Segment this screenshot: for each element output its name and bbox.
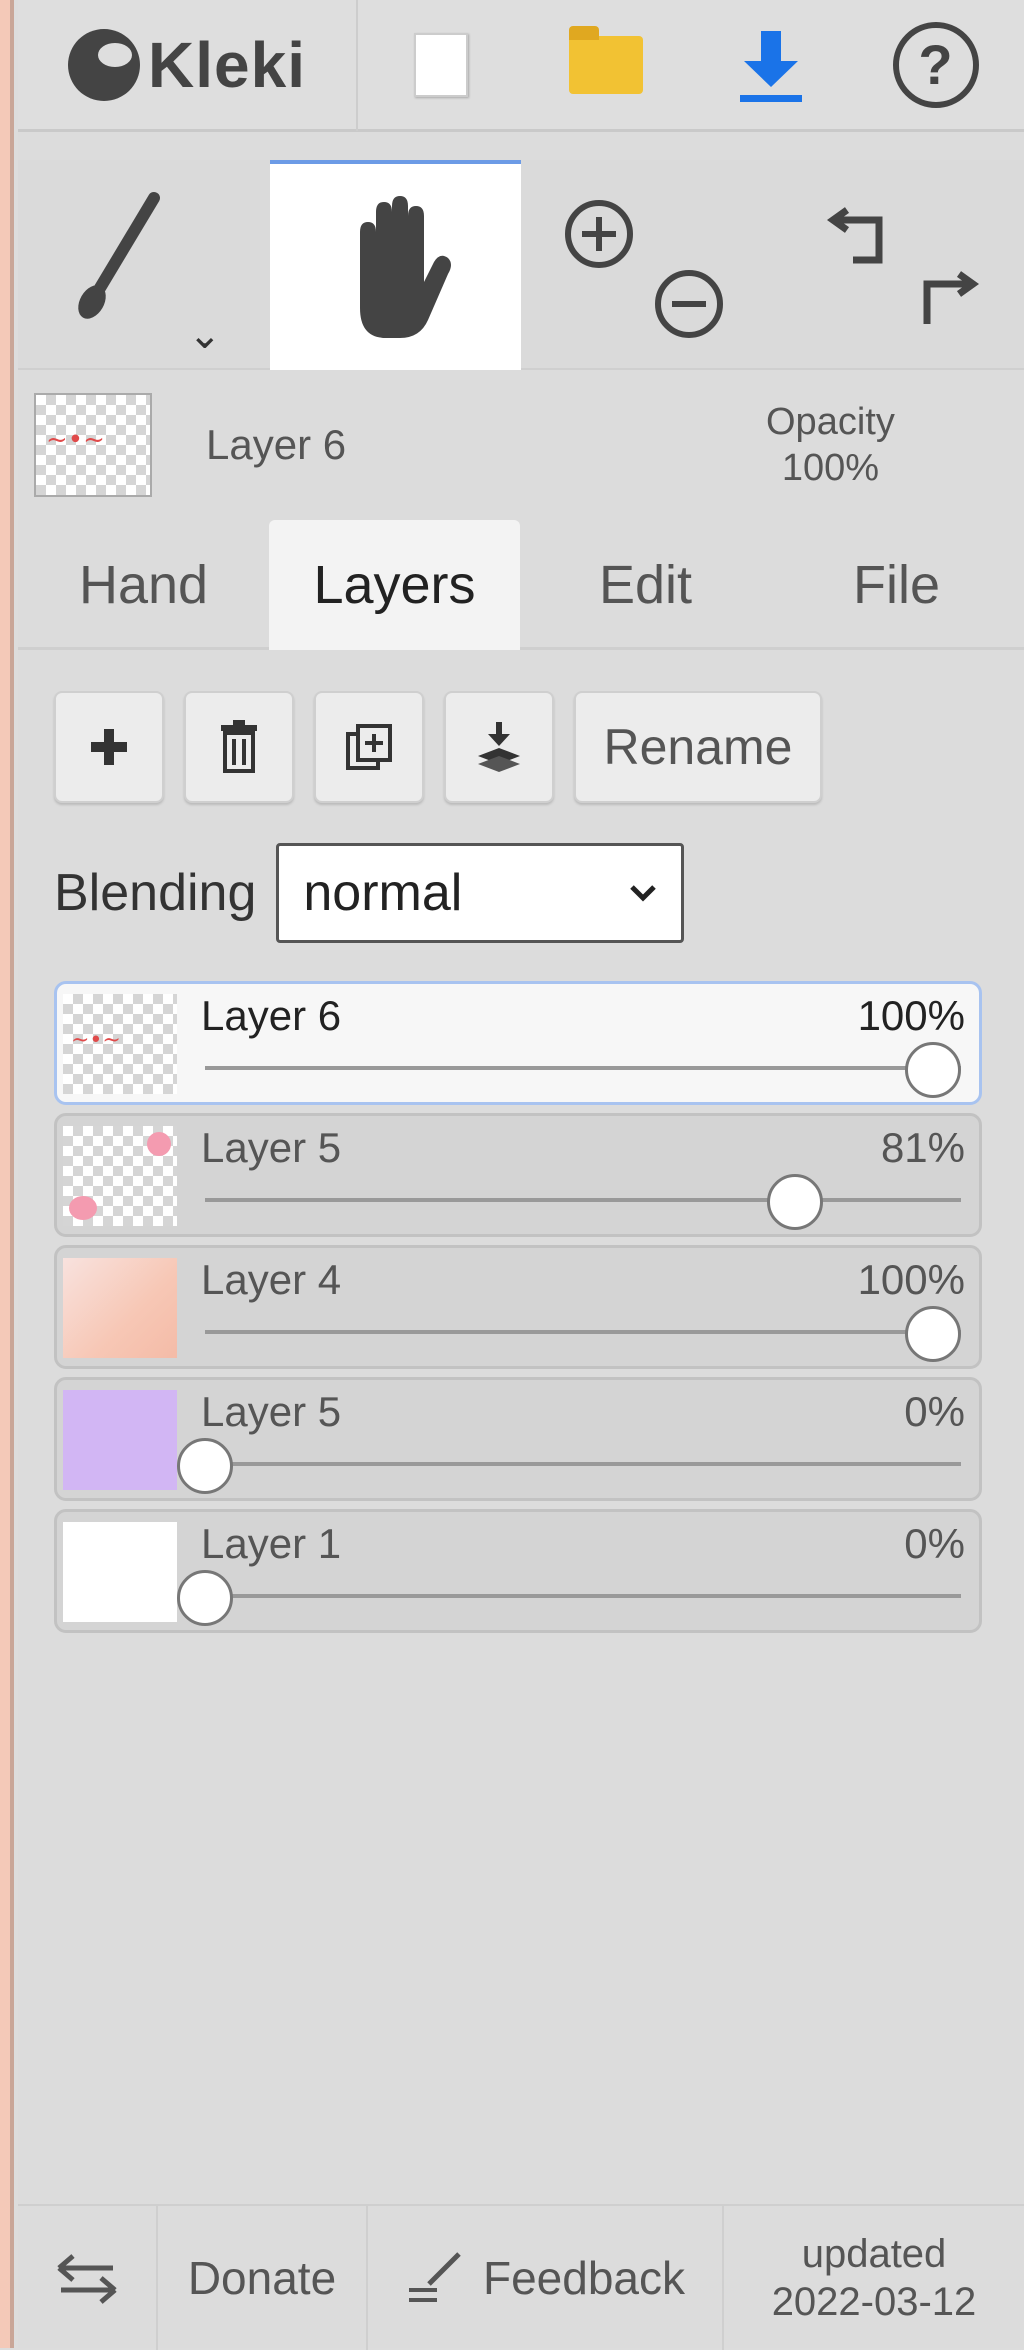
download-icon [736, 25, 806, 105]
zoom-controls [521, 160, 773, 370]
kleki-logo-icon [68, 29, 140, 101]
thumbnail-scribble-icon: ~•~ [71, 1028, 121, 1053]
plus-icon [87, 725, 131, 769]
swap-arrows-icon [55, 2250, 119, 2306]
zoom-out-icon[interactable] [655, 270, 723, 338]
layer-name: Layer 5 [201, 1388, 341, 1436]
folder-icon [569, 36, 643, 94]
tab-edit[interactable]: Edit [520, 520, 771, 650]
download-button[interactable] [688, 0, 853, 131]
top-bar: Kleki ? [18, 0, 1024, 132]
new-image-button[interactable] [358, 0, 523, 131]
layer-name: Layer 4 [201, 1256, 341, 1304]
layer-thumbnail [63, 1390, 177, 1490]
chevron-down-icon[interactable]: ⌄ [188, 312, 222, 358]
blending-value: normal [303, 863, 462, 923]
layer-item[interactable]: ~•~ Layer 6 100% [54, 981, 982, 1105]
opacity-label: Opacity [766, 399, 895, 445]
footer: Donate Feedback updated 2022-03-12 [18, 2204, 1024, 2348]
current-layer-info: ~•~ Layer 6 Opacity 100% [18, 370, 1024, 520]
current-layer-name: Layer 6 [206, 421, 766, 469]
tab-hand[interactable]: Hand [18, 520, 269, 650]
tool-row: ⌄ [18, 160, 1024, 370]
brush-tool[interactable]: ⌄ [18, 160, 270, 370]
help-button[interactable]: ? [853, 0, 1018, 131]
history-controls [773, 160, 1024, 370]
trash-icon [217, 719, 261, 775]
canvas-edge [0, 0, 14, 2348]
side-panel: Kleki ? ⌄ [18, 0, 1024, 2348]
hand-tool[interactable] [270, 160, 522, 370]
redo-icon[interactable] [903, 260, 983, 340]
updated-label: updated [802, 2230, 947, 2278]
layer-thumbnail [63, 1126, 177, 1226]
current-layer-thumbnail: ~•~ [34, 393, 152, 497]
rename-layer-button[interactable]: Rename [574, 691, 822, 803]
opacity-slider-handle[interactable] [767, 1174, 823, 1230]
layer-opacity-text: 100% [858, 992, 965, 1040]
layer-list: ~•~ Layer 6 100% Layer 5 81% Layer 4 10 [54, 981, 982, 1641]
app-title: Kleki [148, 28, 306, 102]
feedback-link[interactable]: Feedback [368, 2206, 724, 2350]
new-document-icon [414, 33, 468, 97]
layer-name: Layer 1 [201, 1520, 341, 1568]
layer-opacity-text: 0% [904, 1388, 965, 1436]
feedback-pen-icon [405, 2250, 465, 2306]
blending-row: Blending normal [54, 843, 684, 943]
zoom-in-icon[interactable] [565, 200, 633, 268]
opacity-slider-track[interactable] [205, 1066, 961, 1070]
open-file-button[interactable] [523, 0, 688, 131]
duplicate-layer-button[interactable] [314, 691, 424, 803]
layer-opacity-text: 100% [858, 1256, 965, 1304]
opacity-slider-track[interactable] [205, 1462, 961, 1466]
add-layer-button[interactable] [54, 691, 164, 803]
merge-down-icon [474, 720, 524, 774]
help-icon: ? [893, 22, 979, 108]
donate-link[interactable]: Donate [158, 2206, 368, 2350]
layer-thumbnail [63, 1258, 177, 1358]
hand-icon [330, 192, 460, 342]
opacity-slider-track[interactable] [205, 1330, 961, 1334]
undo-icon[interactable] [823, 196, 903, 276]
layer-name: Layer 6 [201, 992, 341, 1040]
layer-item[interactable]: Layer 5 81% [54, 1113, 982, 1237]
layer-toolbar: Rename [54, 691, 822, 803]
layer-name: Layer 5 [201, 1124, 341, 1172]
blending-label: Blending [54, 863, 256, 923]
blending-select[interactable]: normal [276, 843, 684, 943]
heart-shape-icon [147, 1132, 171, 1156]
opacity-slider-track[interactable] [205, 1594, 961, 1598]
delete-layer-button[interactable] [184, 691, 294, 803]
logo[interactable]: Kleki [18, 0, 358, 131]
opacity-slider-track[interactable] [205, 1198, 961, 1202]
tab-file[interactable]: File [771, 520, 1022, 650]
current-layer-opacity: Opacity 100% [766, 399, 895, 491]
chevron-down-icon [629, 883, 657, 903]
opacity-value: 100% [766, 445, 895, 491]
heart-shape-icon [69, 1196, 97, 1220]
opacity-slider-handle[interactable] [177, 1438, 233, 1494]
layer-item[interactable]: Layer 5 0% [54, 1377, 982, 1501]
thumbnail-scribble-icon: ~•~ [46, 425, 105, 455]
duplicate-icon [344, 722, 394, 772]
layer-item[interactable]: Layer 4 100% [54, 1245, 982, 1369]
panel-tabs: Hand Layers Edit File [18, 520, 1024, 650]
layer-opacity-text: 0% [904, 1520, 965, 1568]
brush-icon [58, 190, 178, 330]
layer-item[interactable]: Layer 1 0% [54, 1509, 982, 1633]
updated-date: 2022-03-12 [772, 2278, 977, 2326]
merge-down-button[interactable] [444, 691, 554, 803]
opacity-slider-handle[interactable] [905, 1306, 961, 1362]
layer-opacity-text: 81% [881, 1124, 965, 1172]
swap-panel-button[interactable] [18, 2206, 158, 2350]
opacity-slider-handle[interactable] [905, 1042, 961, 1098]
tab-layers[interactable]: Layers [269, 520, 520, 650]
feedback-label: Feedback [483, 2251, 685, 2305]
layers-panel: Rename Blending normal ~•~ Layer 6 100% [18, 653, 1024, 2203]
layer-thumbnail [63, 1522, 177, 1622]
updated-info: updated 2022-03-12 [724, 2206, 1024, 2350]
layer-thumbnail: ~•~ [63, 994, 177, 1094]
opacity-slider-handle[interactable] [177, 1570, 233, 1626]
